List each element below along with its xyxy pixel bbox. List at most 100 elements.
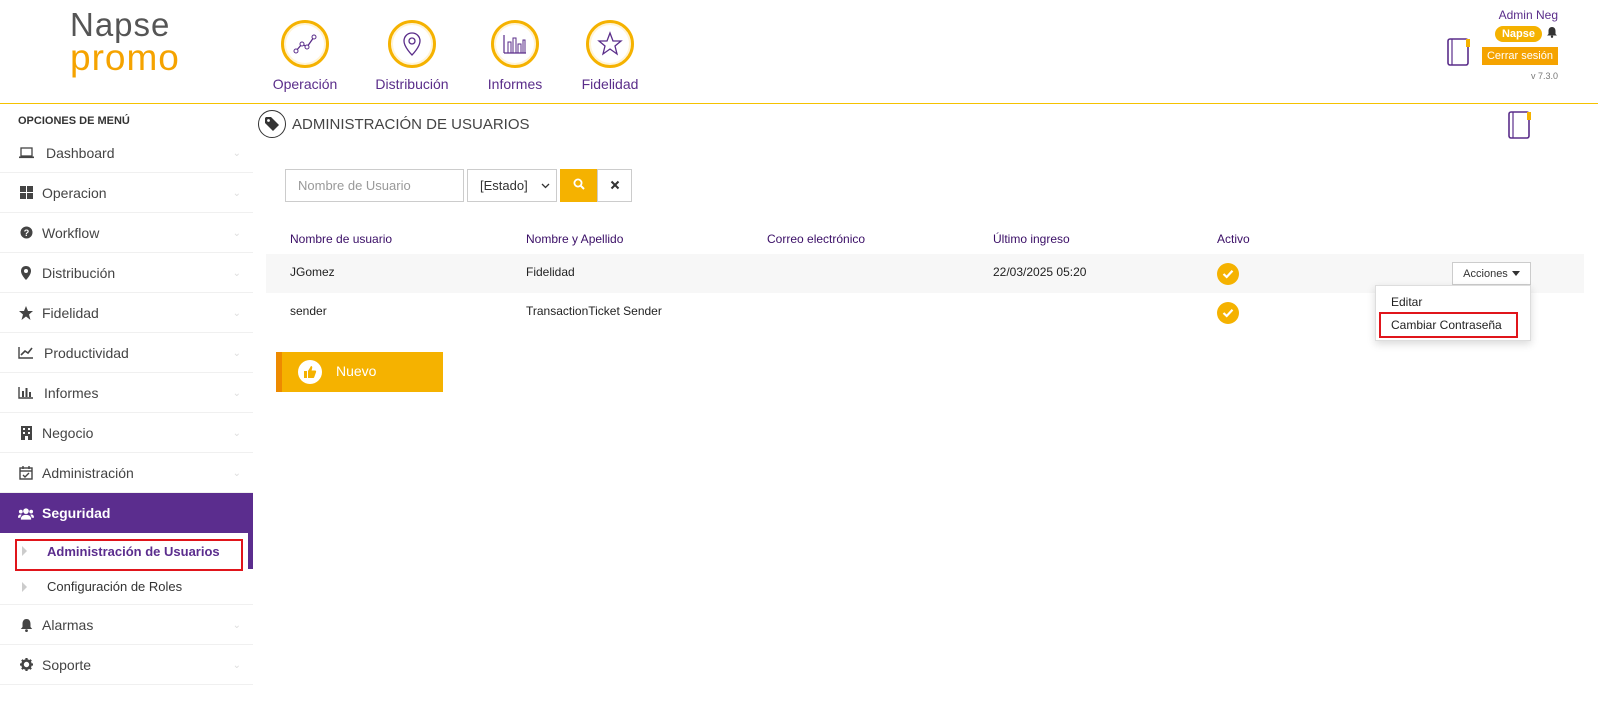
new-user-button[interactable]: Nuevo (276, 352, 443, 392)
caret-right-icon (22, 582, 27, 592)
napse-promo-logo[interactable]: Napse promo (70, 8, 180, 76)
logout-button[interactable]: Cerrar sesión (1481, 47, 1558, 65)
username-search-input[interactable] (285, 169, 464, 202)
page-header: ADMINISTRACIÓN DE USUARIOS (258, 110, 530, 138)
nav-operacion[interactable]: Operación (250, 20, 360, 92)
sidebar-item-label: Workflow (42, 224, 100, 241)
tag-icon (258, 110, 286, 138)
bar-chart-icon (491, 20, 539, 68)
close-icon (610, 178, 620, 193)
menu-item-cambiar-contrasena[interactable]: Cambiar Contraseña (1391, 318, 1502, 332)
sidebar-item-label: Soporte (42, 656, 92, 673)
column-header-active[interactable]: Activo (1217, 232, 1250, 246)
chevron-down-icon: ⌄ (232, 268, 241, 279)
estado-select-value: [Estado] (480, 178, 528, 193)
column-header-last-login[interactable]: Último ingreso (993, 232, 1070, 246)
nav-fidelidad[interactable]: Fidelidad (555, 20, 665, 92)
grid-icon (18, 186, 34, 199)
calendar-check-icon (18, 465, 34, 480)
users-icon (18, 507, 34, 520)
app-window: Napse promo Operación Distribución Infor… (0, 0, 1598, 706)
column-header-email[interactable]: Correo electrónico (767, 232, 865, 246)
sidebar-item-label: Dashboard (46, 144, 115, 161)
bell-icon (18, 618, 34, 632)
sidebar-item-label: Fidelidad (42, 304, 99, 321)
sidebar-item-label: Negocio (42, 424, 94, 441)
star-icon (586, 20, 634, 68)
row-fullname: TransactionTicket Sender (526, 304, 662, 318)
chevron-down-icon: ⌄ (232, 468, 241, 479)
search-button[interactable] (560, 169, 597, 202)
sidebar-item-workflow[interactable]: ? Workflow ⌄ (0, 213, 253, 253)
estado-select[interactable]: [Estado] (467, 169, 557, 202)
chevron-down-icon (541, 181, 550, 191)
page-title: ADMINISTRACIÓN DE USUARIOS (292, 115, 530, 133)
caret-right-icon (22, 546, 27, 556)
line-chart-icon (18, 346, 34, 359)
actions-dropdown-button[interactable]: Acciones (1452, 262, 1531, 285)
nav-label: Operación (272, 76, 338, 92)
tenant-badge: Napse (1494, 26, 1542, 42)
sidebar-item-negocio[interactable]: Negocio ⌄ (0, 413, 253, 453)
row-username: sender (290, 304, 327, 318)
sidebar-item-label: Informes (44, 384, 99, 401)
logo-line-2: promo (70, 37, 180, 78)
question-circle-icon: ? (18, 226, 34, 239)
row-last-login: 22/03/2025 05:20 (993, 265, 1087, 279)
map-pin-icon (388, 20, 436, 68)
search-icon (573, 178, 585, 193)
sidebar-item-label: Seguridad (42, 505, 111, 521)
sidebar-item-alarmas[interactable]: Alarmas ⌄ (0, 605, 253, 645)
chevron-down-icon: ⌄ (232, 228, 241, 239)
user-panel: Admin Neg Napse Cerrar sesión v 7.3.0 (1481, 8, 1558, 81)
chevron-down-icon: ⌄ (232, 348, 241, 359)
svg-text:?: ? (23, 228, 29, 238)
nav-distribucion[interactable]: Distribución (357, 20, 467, 92)
column-header-username[interactable]: Nombre de usuario (290, 232, 392, 246)
chevron-down-icon: ⌄ (232, 308, 241, 319)
row-username: JGomez (290, 265, 335, 279)
bell-icon[interactable] (1546, 25, 1558, 43)
chevron-down-icon: ⌄ (232, 428, 241, 439)
manual-book-icon[interactable] (1506, 110, 1534, 145)
new-button-label: Nuevo (336, 363, 377, 379)
clear-filters-button[interactable] (597, 169, 632, 202)
sidebar-item-seguridad[interactable]: Seguridad (0, 493, 253, 533)
laptop-icon (18, 146, 34, 159)
sidebar-item-administracion[interactable]: Administración ⌄ (0, 453, 253, 493)
gear-icon (18, 658, 34, 671)
sidebar-item-dashboard[interactable]: Dashboard ⌄ (0, 133, 253, 173)
sidebar-item-label: Operacion (42, 184, 107, 201)
app-version: v 7.3.0 (1530, 71, 1558, 81)
sidebar-subitem-administracion-usuarios[interactable]: Administración de Usuarios (0, 533, 253, 569)
sidebar-item-productividad[interactable]: Productividad ⌄ (0, 333, 253, 373)
building-icon (18, 425, 34, 440)
chevron-down-icon: ⌄ (232, 660, 241, 671)
manual-book-icon[interactable] (1445, 37, 1473, 72)
sidebar-heading: OPCIONES DE MENÚ (18, 115, 130, 127)
row-fullname: Fidelidad (526, 265, 575, 279)
sidebar-subitem-configuracion-roles[interactable]: Configuración de Roles (0, 569, 253, 605)
nav-informes[interactable]: Informes (460, 20, 570, 92)
map-marker-icon (18, 265, 34, 280)
sidebar-item-label: Administración (42, 464, 134, 481)
chevron-down-icon: ⌄ (232, 188, 241, 199)
caret-down-icon (1511, 269, 1520, 278)
sidebar-item-soporte[interactable]: Soporte ⌄ (0, 645, 253, 685)
menu-item-editar[interactable]: Editar (1391, 295, 1422, 309)
column-header-fullname[interactable]: Nombre y Apellido (526, 232, 623, 246)
sidebar-subitem-label: Administración de Usuarios (47, 543, 220, 559)
actions-label: Acciones (1463, 267, 1508, 280)
sidebar-menu: OPCIONES DE MENÚ Dashboard ⌄ Operacion ⌄… (0, 105, 253, 706)
sidebar-item-informes[interactable]: Informes ⌄ (0, 373, 253, 413)
sidebar-item-distribucion[interactable]: Distribución ⌄ (0, 253, 253, 293)
sidebar-item-fidelidad[interactable]: Fidelidad ⌄ (0, 293, 253, 333)
thumbs-up-icon (298, 360, 322, 384)
actions-dropdown-menu: Editar Cambiar Contraseña (1375, 285, 1531, 341)
chevron-down-icon: ⌄ (232, 388, 241, 399)
nav-label: Fidelidad (581, 76, 639, 92)
sidebar-item-label: Productividad (44, 344, 129, 361)
sidebar-item-operacion[interactable]: Operacion ⌄ (0, 173, 253, 213)
bar-chart-icon (18, 386, 34, 399)
line-chart-icon (281, 20, 329, 68)
